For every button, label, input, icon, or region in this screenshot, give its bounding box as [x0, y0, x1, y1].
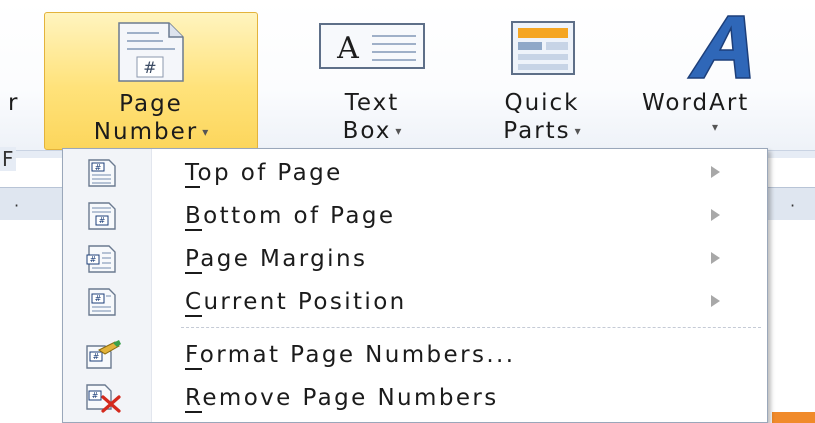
page-number-label-line2: Number: [93, 119, 199, 145]
svg-text:#: #: [90, 255, 97, 264]
quick-parts-label-line2: Parts: [503, 118, 571, 144]
chevron-down-icon: ▾: [395, 124, 402, 138]
svg-text:#: #: [92, 391, 99, 400]
page-number-menu: # Top of Page # Bottom of Page # Page Ma…: [62, 148, 768, 423]
quick-parts-label-line1: Quick: [504, 90, 580, 116]
format-page-numbers-icon: #: [86, 340, 121, 369]
menu-item-remove-page-numbers[interactable]: # Remove Page Numbers: [63, 377, 767, 419]
menu-item-label: Remove Page Numbers: [185, 385, 499, 411]
menu-item-format-page-numbers[interactable]: # Format Page Numbers...: [63, 334, 767, 376]
quick-parts-icon: [511, 21, 575, 75]
wordart-button[interactable]: WordArt ▾: [638, 0, 815, 150]
svg-text:#: #: [95, 294, 102, 303]
page-number-button[interactable]: # Page Number ▾: [44, 12, 258, 150]
wordart-icon: [686, 15, 751, 79]
page-number-label-line2-wrap: Number ▾: [45, 117, 257, 150]
text-box-button[interactable]: A Text Box ▾: [312, 0, 432, 150]
submenu-arrow-icon: [711, 252, 720, 264]
mnemonic-underline: [185, 368, 202, 370]
submenu-arrow-icon: [711, 166, 720, 178]
text-box-label-line2: Box: [342, 118, 392, 144]
menu-item-bottom-of-page[interactable]: # Bottom of Page: [63, 195, 767, 237]
quick-parts-button[interactable]: Quick Parts ▾: [480, 0, 604, 150]
wordart-label: WordArt: [642, 90, 750, 116]
submenu-arrow-icon: [711, 209, 720, 221]
text-box-icon: A: [319, 23, 425, 69]
mnemonic-underline: [185, 315, 202, 317]
ruler-tick: ·: [790, 196, 796, 215]
document-accent: [772, 412, 815, 423]
menu-item-label: Bottom of Page: [185, 203, 396, 229]
text-box-label-line1: Text: [344, 90, 400, 116]
ruler-tick: ·: [14, 196, 20, 215]
remove-page-numbers-icon: #: [86, 384, 121, 413]
menu-item-page-margins[interactable]: # Page Margins: [63, 238, 767, 280]
group-label-cut: F: [0, 147, 16, 171]
menu-separator: [181, 327, 761, 328]
page-number-bottom-icon: #: [88, 202, 116, 230]
ribbon-cut-label: r: [8, 90, 20, 116]
mnemonic-underline: [185, 229, 202, 231]
chevron-down-icon: ▾: [712, 120, 719, 134]
menu-item-label: Format Page Numbers...: [185, 342, 516, 368]
menu-item-label: Top of Page: [185, 160, 343, 186]
text-box-label-line2-wrap: Box ▾: [312, 116, 432, 149]
svg-text:A: A: [336, 31, 359, 66]
current-position-icon: #: [88, 288, 116, 316]
mnemonic-underline: [185, 272, 202, 274]
page-number-top-icon: #: [88, 159, 116, 187]
mnemonic-underline: [185, 411, 202, 413]
chevron-down-icon: ▾: [574, 124, 581, 138]
svg-text:#: #: [93, 352, 100, 361]
insert-ribbon: r # Page Number ▾ A Text Box ▾ Quick Par…: [0, 0, 815, 150]
svg-text:#: #: [95, 163, 102, 172]
menu-item-top-of-page[interactable]: # Top of Page: [63, 152, 767, 194]
menu-item-label: Current Position: [185, 289, 407, 315]
menu-item-current-position[interactable]: # Current Position: [63, 281, 767, 323]
submenu-arrow-icon: [711, 295, 720, 307]
page-number-label-line1: Page: [119, 91, 183, 117]
menu-item-label: Page Margins: [185, 246, 368, 272]
quick-parts-label-line2-wrap: Parts ▾: [480, 116, 604, 149]
chevron-down-icon: ▾: [202, 125, 209, 139]
page-number-icon: #: [118, 22, 184, 82]
wordart-dropdown-wrap: ▾: [708, 112, 718, 145]
svg-text:#: #: [99, 216, 106, 225]
mnemonic-underline: [185, 186, 200, 188]
svg-text:#: #: [143, 58, 156, 77]
page-margins-icon: #: [86, 245, 116, 273]
